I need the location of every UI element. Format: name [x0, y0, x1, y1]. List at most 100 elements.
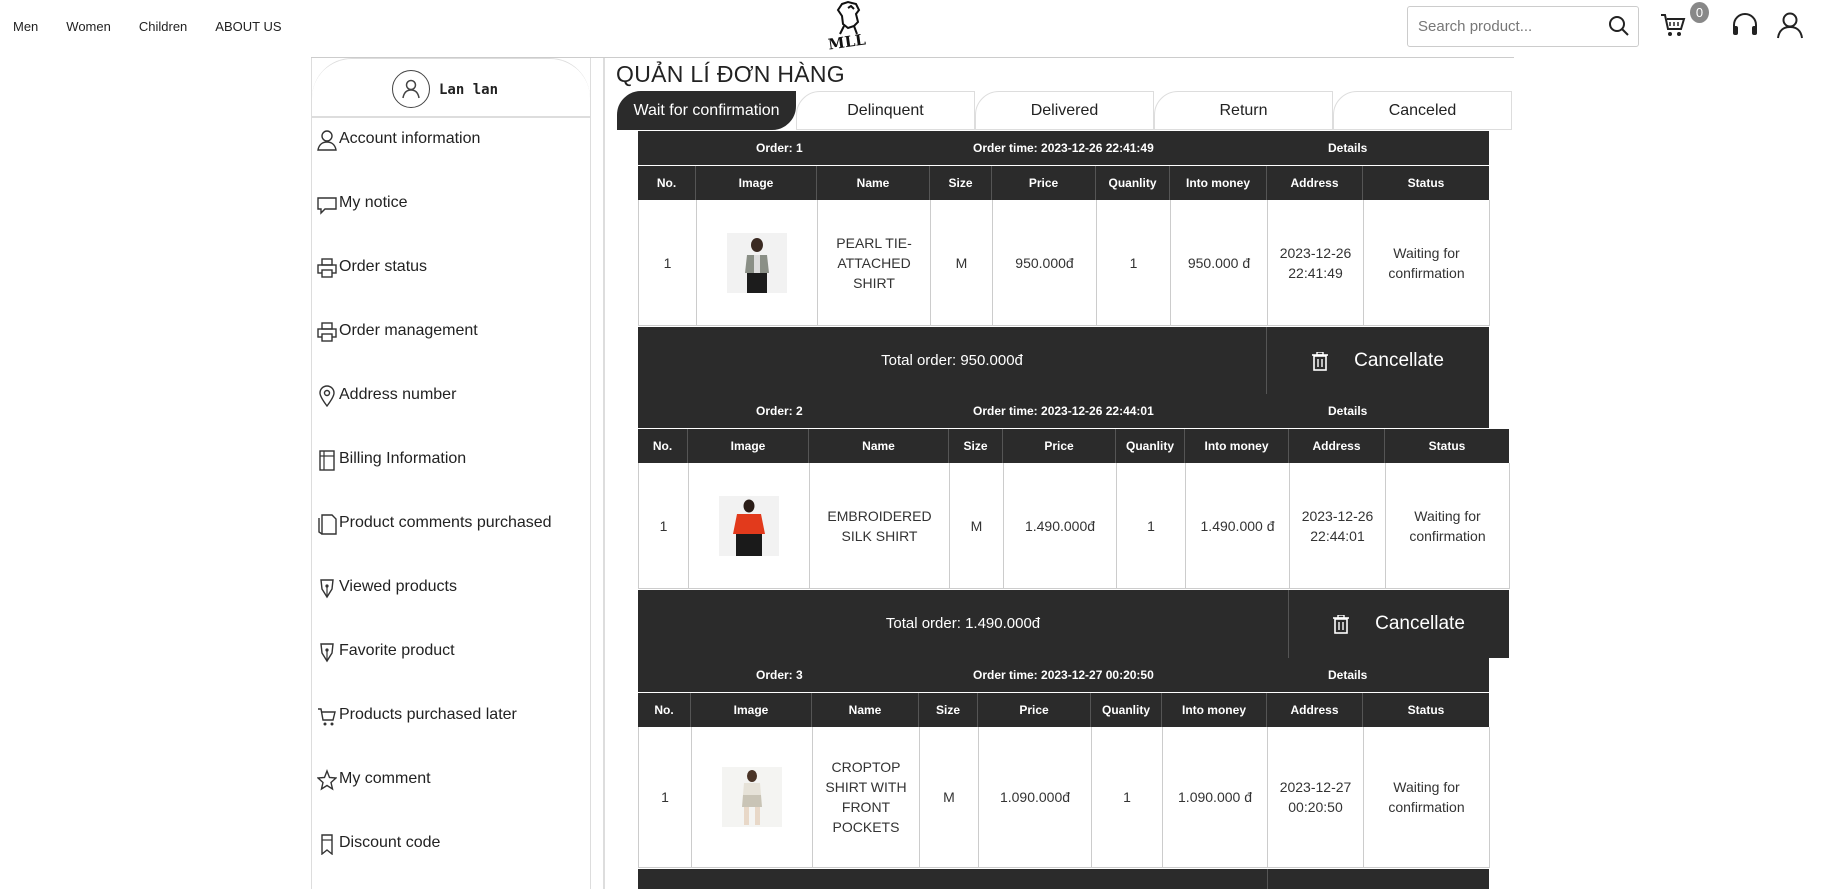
trash-icon [1333, 614, 1350, 634]
page-title: QUẢN LÍ ĐƠN HÀNG [616, 61, 845, 87]
sidebar-item-products-purchased-later[interactable]: Products purchased later [312, 704, 590, 768]
tab-delivered[interactable]: Delivered [975, 91, 1154, 130]
cell-price: 1.490.000đ [1004, 463, 1117, 589]
order-footer [638, 869, 1489, 889]
user-profile-box: Lan lan [312, 58, 590, 118]
order-details-link[interactable]: Details [1328, 141, 1367, 155]
order-number: Order: 1 [756, 141, 803, 155]
cell-product-name: PEARL TIE-ATTACHED SHIRT [818, 200, 931, 326]
col-into-money: Into money [1162, 693, 1267, 727]
search-icon[interactable] [1608, 15, 1630, 42]
account-icon[interactable] [1776, 11, 1804, 44]
table-row: 1 CROPTOP SHIRT WITH FRONT POCKETS M 1.0… [638, 727, 1490, 868]
order-number: Order: 3 [756, 668, 803, 682]
cancel-order-button[interactable]: Cancellate [1267, 327, 1489, 395]
search-input[interactable] [1418, 18, 1598, 35]
tab-wait-for-confirmation[interactable]: Wait for confirmation [617, 91, 796, 130]
cell-price: 1.090.000đ [979, 727, 1092, 868]
order-footer: Total order: 1.490.000đ Cancellate [638, 590, 1509, 658]
sidebar-item-order-management[interactable]: Order management [312, 320, 590, 384]
cell-address: 2023-12-27 00:20:50 [1268, 727, 1364, 868]
cell-status: Waiting for confirmation [1364, 727, 1490, 868]
col-price: Price [992, 166, 1096, 200]
order-number: Order: 2 [756, 404, 803, 418]
cell-product-name: EMBROIDERED SILK SHIRT [810, 463, 950, 589]
sidebar-item-my-notice[interactable]: My notice [312, 192, 590, 256]
col-size: Size [949, 429, 1003, 463]
col-no: No. [638, 166, 696, 200]
sidebar-item-account-information[interactable]: Account information [312, 128, 590, 192]
document-icon [317, 513, 337, 535]
cell-into-money: 950.000 đ [1171, 200, 1268, 326]
search-box [1407, 6, 1639, 47]
product-image[interactable] [727, 232, 787, 293]
table-row: 1 EMBROIDERED SILK SHIRT M 1.490.000đ 1 … [638, 463, 1510, 589]
sidebar-item-label: My comment [339, 770, 431, 787]
order-time: Order time: 2023-12-27 00:20:50 [973, 668, 1154, 682]
table-header: No. Image Name Size Price Quanlity Into … [638, 166, 1489, 200]
nav-link-women[interactable]: Women [66, 19, 111, 34]
printer-icon [317, 321, 337, 343]
trash-icon [1312, 351, 1329, 371]
col-status: Status [1428, 439, 1466, 453]
cell-no: 1 [639, 200, 697, 326]
order-footer: Total order: 950.000đ Cancellate [638, 327, 1489, 395]
col-price: Price [1003, 429, 1116, 463]
cell-quantity: 1 [1097, 200, 1171, 326]
order-details-link[interactable]: Details [1328, 404, 1367, 418]
brand-logo[interactable]: MLL [826, 0, 872, 54]
order-details-link[interactable]: Details [1328, 668, 1367, 682]
headphones-icon[interactable] [1731, 13, 1759, 42]
content-divider [603, 58, 605, 889]
cart-count-badge: 0 [1690, 2, 1709, 23]
col-quantity: Quanlity [1091, 693, 1162, 727]
col-price: Price [978, 693, 1091, 727]
order-status-tabs: Wait for confirmation Delinquent Deliver… [617, 91, 1512, 131]
cart-icon[interactable] [1660, 13, 1686, 42]
sidebar-item-order-status[interactable]: Order status [312, 256, 590, 320]
bookmark-icon [317, 833, 337, 856]
cancel-order-button[interactable]: Cancellate [1289, 590, 1509, 658]
cancel-order-label: Cancellate [1375, 613, 1465, 634]
table-header: No. Image Name Size Price Quanlity Into … [638, 429, 1509, 463]
sidebar-item-address-number[interactable]: Address number [312, 384, 590, 448]
footer-divider [1267, 869, 1268, 889]
tab-return[interactable]: Return [1154, 91, 1333, 130]
product-image[interactable] [722, 767, 782, 827]
cell-size: M [931, 200, 993, 326]
sidebar-item-label: Products purchased later [339, 706, 517, 723]
order-header: Order: 3 Order time: 2023-12-27 00:20:50… [638, 658, 1489, 692]
cell-price: 950.000đ [993, 200, 1097, 326]
cell-into-money: 1.090.000 đ [1163, 727, 1268, 868]
sidebar-item-billing-information[interactable]: Billing Information [312, 448, 590, 512]
nav-link-children[interactable]: Children [139, 19, 187, 34]
sidebar-item-favorite-product[interactable]: Favorite product [312, 640, 590, 704]
sidebar-item-discount-code[interactable]: Discount code [312, 832, 590, 889]
sidebar-item-label: Product comments purchased [339, 514, 552, 531]
tab-delinquent[interactable]: Delinquent [796, 91, 975, 130]
sidebar-item-my-comment[interactable]: My comment [312, 768, 590, 832]
cell-quantity: 1 [1117, 463, 1186, 589]
product-image[interactable] [719, 495, 779, 556]
cell-status: Waiting for confirmation [1364, 200, 1490, 326]
cart-icon [317, 705, 337, 727]
pen-nib-icon [317, 641, 337, 663]
tab-canceled[interactable]: Canceled [1333, 91, 1512, 130]
top-navigation: Men Women Children ABOUT US MLL 0 [0, 0, 1823, 58]
sidebar-item-label: My notice [339, 194, 408, 211]
cell-product-name: CROPTOP SHIRT WITH FRONT POCKETS [813, 727, 920, 868]
col-name: Name [817, 166, 930, 200]
cancel-order-label: Cancellate [1354, 350, 1444, 371]
sidebar-item-label: Favorite product [339, 642, 455, 659]
sidebar-item-viewed-products[interactable]: Viewed products [312, 576, 590, 640]
cell-image [697, 200, 818, 326]
nav-link-men[interactable]: Men [13, 19, 38, 34]
order-header: Order: 1 Order time: 2023-12-26 22:41:49… [638, 131, 1489, 165]
location-pin-icon [317, 385, 337, 408]
nav-link-about-us[interactable]: ABOUT US [215, 19, 281, 34]
col-status: Status [1407, 703, 1445, 717]
cell-no: 1 [639, 463, 689, 589]
col-address: Address [1289, 429, 1385, 463]
sidebar-item-product-comments-purchased[interactable]: Product comments purchased [312, 512, 590, 576]
star-icon [316, 769, 338, 791]
